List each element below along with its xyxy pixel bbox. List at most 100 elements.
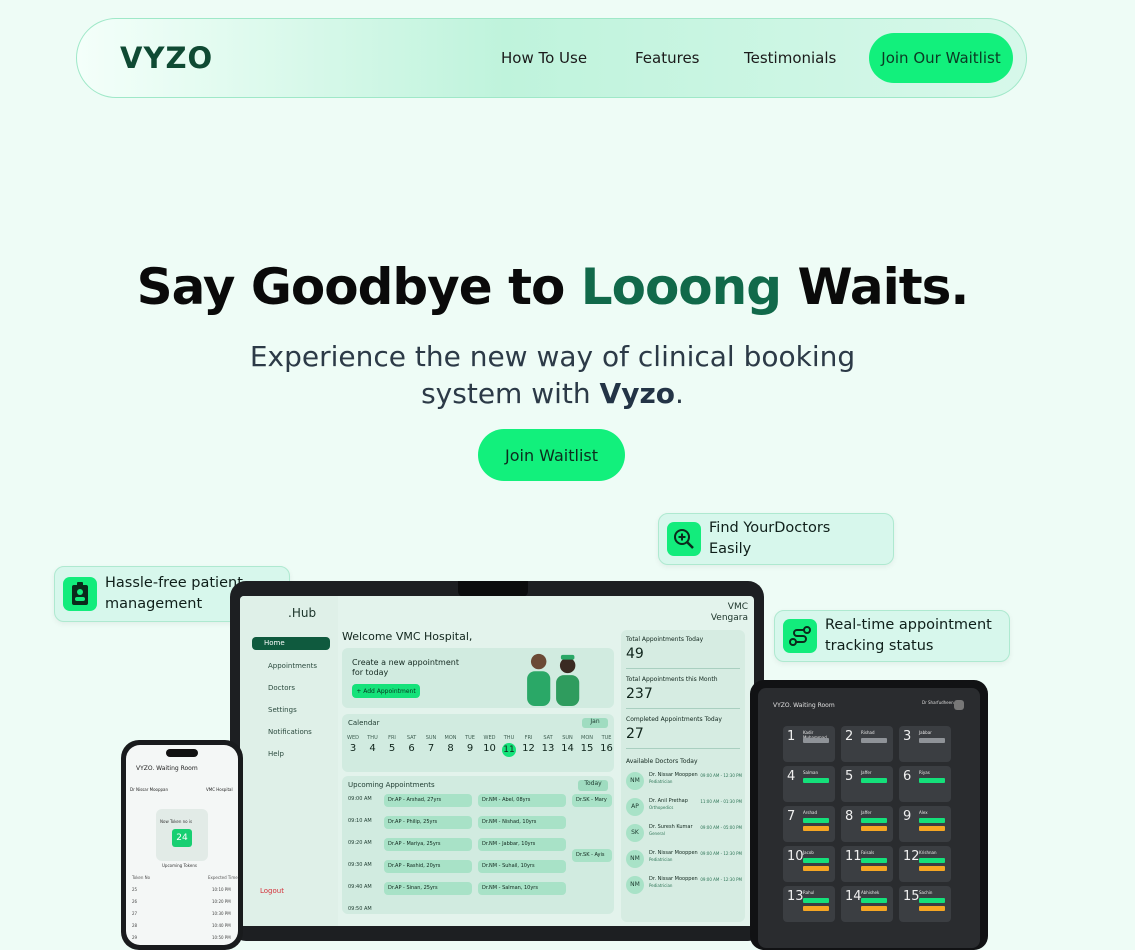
calendar-day[interactable]: WED 3: [343, 735, 363, 754]
logout-link[interactable]: Logout: [260, 887, 284, 895]
calendar-day[interactable]: THU 11: [499, 735, 519, 757]
sidebar-item-notifications[interactable]: Notifications: [254, 728, 312, 736]
appointment-chip[interactable]: Dr.AP - Mariya, 25yrs: [384, 838, 472, 851]
upcoming-tokens-label: Upcoming Tokens: [162, 863, 197, 868]
appointment-chip[interactable]: Dr.SK - Mary: [572, 794, 612, 807]
appointment-chip[interactable]: Dr.AP - Rashid, 20yrs: [384, 860, 472, 873]
sidebar-item-help[interactable]: Help: [254, 750, 284, 758]
token-cell[interactable]: 12 Krishnan: [899, 846, 951, 882]
patient-name: Rahul: [803, 890, 815, 895]
badge-line: Hassle-free patient: [105, 575, 243, 591]
appointment-chip[interactable]: Dr.NM - Salman, 10yrs: [478, 882, 566, 895]
day-number: 13: [541, 743, 555, 754]
tablet-screen: VYZO. Waiting Room Dr Sharfudheen 1 Kadir…: [758, 688, 980, 948]
token-cell[interactable]: 11 Faisals: [841, 846, 893, 882]
token-cell[interactable]: 13 Rahul: [783, 886, 835, 922]
appointment-chip[interactable]: Dr.AP - Sinan, 25yrs: [384, 882, 472, 895]
status-bar: [803, 898, 829, 903]
token-number: 9: [903, 809, 912, 824]
doctor-name: Dr. Anil Prethap: [649, 798, 688, 804]
logo[interactable]: VYZO: [120, 41, 213, 75]
nav-link-testimonials[interactable]: Testimonials: [744, 49, 836, 67]
token-cell[interactable]: 15 Sachin: [899, 886, 951, 922]
token-cell[interactable]: 7 Arshad: [783, 806, 835, 842]
add-appointment-button[interactable]: + Add Appointment: [352, 684, 420, 698]
patient-name: Rishad: [861, 730, 875, 735]
status-bar: [803, 826, 829, 831]
token-cell[interactable]: 2 Rishad: [841, 726, 893, 762]
appointment-chip[interactable]: Dr.NM - Abel, 08yrs: [478, 794, 566, 807]
calendar-day[interactable]: MON 15: [577, 735, 597, 754]
appointment-chip[interactable]: Dr.NM - Suhail, 10yrs: [478, 860, 566, 873]
token-number: 1: [787, 729, 796, 744]
day-filter-select[interactable]: Today: [578, 780, 608, 791]
token-cell[interactable]: 4 Salman: [783, 766, 835, 802]
appointment-chip[interactable]: Dr.AP - Philip, 25yrs: [384, 816, 472, 829]
token-cell[interactable]: 1Kadir Muhammad: [783, 726, 835, 762]
status-bar: [803, 866, 829, 871]
appointment-chip[interactable]: Dr.NM - Nishad, 10yrs: [478, 816, 566, 829]
hero-subtitle: Experience the new way of clinical booki…: [200, 338, 905, 412]
day-number: 9: [466, 743, 474, 754]
doctor-item[interactable]: NM Dr. Nissar Mooppen Pediatrician 09:00 AM…: [626, 848, 742, 870]
expected-time: 10:50 PM: [212, 935, 231, 940]
status-bar: [861, 818, 887, 823]
day-number: 16: [600, 743, 613, 754]
doctor-specialty: Pediatrician: [649, 883, 673, 888]
month-select[interactable]: Jan: [582, 718, 608, 728]
stat-value: 49: [626, 646, 644, 662]
calendar-day[interactable]: WED 10: [480, 735, 500, 754]
expected-time: 10:20 PM: [212, 899, 231, 904]
doctor-name: Dr. Nissar Mooppen: [649, 850, 698, 856]
status-bar: [861, 826, 887, 831]
token-cell[interactable]: 3 Jabbar: [899, 726, 951, 762]
hospital-label: VMC: [727, 602, 748, 612]
nav-link-how-to-use[interactable]: How To Use: [501, 49, 587, 67]
doctor-avatar: NM: [626, 876, 644, 894]
title-accent: Looong: [580, 258, 782, 316]
doctor-item[interactable]: AP Dr. Anil Prethap Orthopedics 11:00 AM - …: [626, 796, 742, 818]
sidebar-item-doctors[interactable]: Doctors: [254, 684, 295, 692]
calendar-day[interactable]: TUE 9: [460, 735, 480, 754]
menu-icon[interactable]: [954, 700, 964, 710]
doctor-item[interactable]: NM Dr. Nissar Mooppen Pediatrician 09:00 AM…: [626, 770, 742, 792]
create-line: Create a new appointment: [352, 658, 459, 667]
doctor-specialty: General: [649, 831, 665, 836]
appointment-chip[interactable]: Dr.AP - Arshad, 27yrs: [384, 794, 472, 807]
phone-mockup: VYZO. Waiting Room Dr Nissar Mooppan VMC…: [121, 740, 243, 950]
doctor-item[interactable]: NM Dr. Nissar Mooppen Pediatrician 09:00 AM…: [626, 874, 742, 896]
tablet-mockup: VYZO. Waiting Room Dr Sharfudheen 1 Kadir…: [750, 680, 988, 950]
sidebar-item-home[interactable]: Home: [252, 637, 330, 650]
join-waitlist-nav-button[interactable]: Join Our Waitlist: [869, 33, 1013, 83]
token-cell[interactable]: 14 Abhishek: [841, 886, 893, 922]
calendar-day[interactable]: TUE 16: [597, 735, 617, 754]
calendar-day[interactable]: FRI 12: [519, 735, 539, 754]
day-number: 4: [369, 743, 376, 754]
join-waitlist-button[interactable]: Join Waitlist: [478, 429, 625, 481]
status-bar: [919, 778, 945, 783]
appointment-time: 09:50 AM: [348, 906, 372, 912]
sidebar-item-appointments[interactable]: Appointments: [254, 662, 317, 670]
doctor-avatar: NM: [626, 772, 644, 790]
patient-name: Riyas: [919, 770, 930, 775]
token-number: 11: [845, 849, 862, 864]
appointment-chip[interactable]: Dr.SK - Ayis: [572, 849, 612, 862]
calendar-day[interactable]: THU 4: [363, 735, 383, 754]
token-cell[interactable]: 5 Jaffer: [841, 766, 893, 802]
calendar-day[interactable]: MON 8: [441, 735, 461, 754]
doctor-item[interactable]: SK Dr. Suresh Kumar General 09:00 AM - 05:0…: [626, 822, 742, 844]
token-cell[interactable]: 10 Jacob: [783, 846, 835, 882]
token-cell[interactable]: 8 Jaffer: [841, 806, 893, 842]
calendar-day[interactable]: SAT 6: [402, 735, 422, 754]
token-cell[interactable]: 9 Alex: [899, 806, 951, 842]
calendar-day[interactable]: SUN 7: [421, 735, 441, 754]
appointment-chip[interactable]: Dr.NM - Jabbar, 10yrs: [478, 838, 566, 851]
nav-link-features[interactable]: Features: [635, 49, 700, 67]
calendar-day[interactable]: SUN 14: [558, 735, 578, 754]
calendar-day[interactable]: FRI 5: [382, 735, 402, 754]
doctor-avatar: NM: [626, 850, 644, 868]
calendar-day[interactable]: SAT 13: [538, 735, 558, 754]
sidebar-item-settings[interactable]: Settings: [254, 706, 297, 714]
stat-value: 237: [626, 686, 653, 702]
token-cell[interactable]: 6 Riyas: [899, 766, 951, 802]
